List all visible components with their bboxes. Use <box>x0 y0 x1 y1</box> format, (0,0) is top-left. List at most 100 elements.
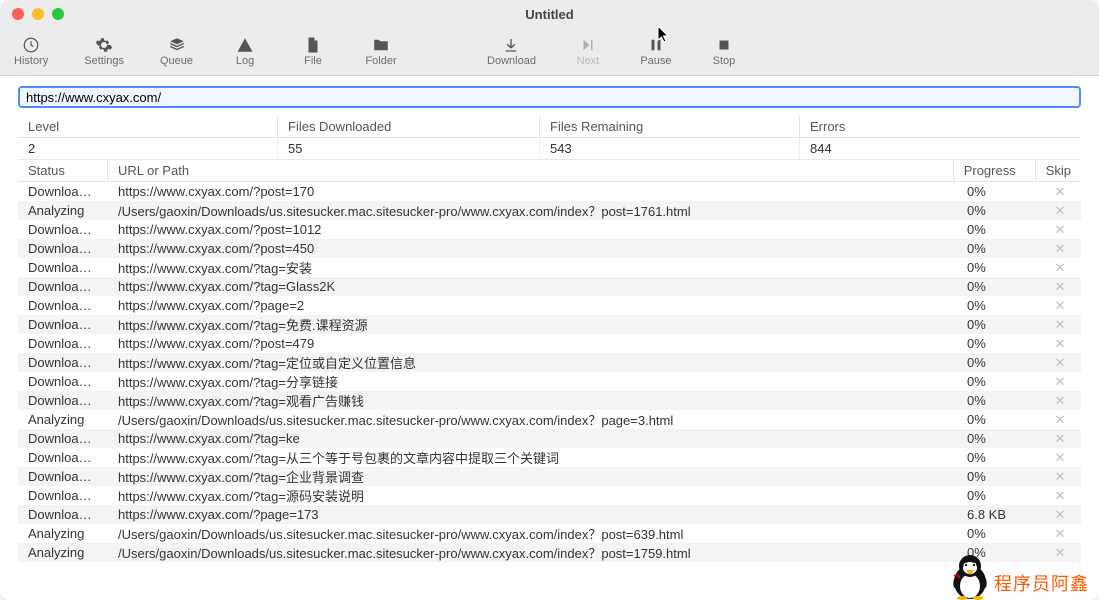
summary-value-row: 2 55 543 844 <box>18 138 1081 160</box>
pause-label: Pause <box>640 55 671 67</box>
row-progress: 0% <box>957 393 1039 408</box>
row-progress: 0% <box>957 469 1039 484</box>
table-row[interactable]: Downloadinghttps://www.cxyax.com/?post=4… <box>18 239 1081 258</box>
skip-button[interactable]: ✕ <box>1055 526 1066 542</box>
detail-header-progress[interactable]: Progress <box>954 160 1036 181</box>
row-progress: 0% <box>957 336 1039 351</box>
table-row[interactable]: Downloadinghttps://www.cxyax.com/?post=1… <box>18 182 1081 201</box>
row-status: Downloading <box>18 431 108 446</box>
file-label: File <box>304 55 322 67</box>
skip-button[interactable]: ✕ <box>1055 260 1066 276</box>
detail-header-row: Status URL or Path Progress Skip <box>18 160 1081 182</box>
summary-header-downloaded[interactable]: Files Downloaded <box>278 116 540 137</box>
row-url: https://www.cxyax.com/?post=479 <box>108 336 957 351</box>
table-row[interactable]: Downloadinghttps://www.cxyax.com/?page=2… <box>18 296 1081 315</box>
detail-body[interactable]: Downloadinghttps://www.cxyax.com/?post=1… <box>18 182 1081 600</box>
close-window-button[interactable] <box>12 8 24 20</box>
table-row[interactable]: Downloadinghttps://www.cxyax.com/?post=1… <box>18 220 1081 239</box>
table-row[interactable]: Downloadinghttps://www.cxyax.com/?tag=源码… <box>18 486 1081 505</box>
row-skip-cell: ✕ <box>1039 469 1081 485</box>
row-progress: 0% <box>957 298 1039 313</box>
skip-button[interactable]: ✕ <box>1055 469 1066 485</box>
row-progress: 0% <box>957 260 1039 275</box>
table-row[interactable]: Downloadinghttps://www.cxyax.com/?post=4… <box>18 334 1081 353</box>
row-skip-cell: ✕ <box>1039 374 1081 390</box>
row-url: https://www.cxyax.com/?tag=ke <box>108 431 957 446</box>
table-row[interactable]: Analyzing/Users/gaoxin/Downloads/us.site… <box>18 410 1081 429</box>
row-skip-cell: ✕ <box>1039 450 1081 466</box>
summary-header-remaining[interactable]: Files Remaining <box>540 116 800 137</box>
row-skip-cell: ✕ <box>1039 412 1081 428</box>
skip-button[interactable]: ✕ <box>1055 450 1066 466</box>
skip-button[interactable]: ✕ <box>1055 184 1066 200</box>
download-icon <box>502 36 520 54</box>
skip-button[interactable]: ✕ <box>1055 222 1066 238</box>
table-row[interactable]: Downloadinghttps://www.cxyax.com/?tag=免费… <box>18 315 1081 334</box>
skip-button[interactable]: ✕ <box>1055 393 1066 409</box>
log-label: Log <box>236 55 254 67</box>
row-status: Downloading <box>18 336 108 351</box>
url-input[interactable] <box>18 86 1081 108</box>
folder-button[interactable]: Folder <box>359 34 403 69</box>
detail-header-skip[interactable]: Skip <box>1036 160 1081 181</box>
file-button[interactable]: File <box>291 34 335 69</box>
row-skip-cell: ✕ <box>1039 203 1081 219</box>
folder-label: Folder <box>365 55 396 67</box>
row-skip-cell: ✕ <box>1039 317 1081 333</box>
stop-button[interactable]: Stop <box>702 34 746 69</box>
summary-header-level[interactable]: Level <box>18 116 278 137</box>
history-label: History <box>14 55 48 67</box>
table-row[interactable]: Downloadinghttps://www.cxyax.com/?tag=从三… <box>18 448 1081 467</box>
row-status: Downloading <box>18 298 108 313</box>
queue-button[interactable]: Queue <box>154 34 199 69</box>
skip-button[interactable]: ✕ <box>1055 298 1066 314</box>
table-row[interactable]: Downloadinghttps://www.cxyax.com/?tag=企业… <box>18 467 1081 486</box>
row-url: https://www.cxyax.com/?page=2 <box>108 298 957 313</box>
row-url: https://www.cxyax.com/?tag=安装 <box>108 258 957 277</box>
skip-button[interactable]: ✕ <box>1055 241 1066 257</box>
row-status: Downloading <box>18 355 108 370</box>
row-url: https://www.cxyax.com/?tag=分享链接 <box>108 372 957 391</box>
row-progress: 0% <box>957 450 1039 465</box>
table-row[interactable]: Downloadinghttps://www.cxyax.com/?tag=Gl… <box>18 277 1081 296</box>
log-button[interactable]: Log <box>223 34 267 69</box>
skip-button[interactable]: ✕ <box>1055 279 1066 295</box>
table-row[interactable]: Downloadinghttps://www.cxyax.com/?page=1… <box>18 505 1081 524</box>
row-progress: 0% <box>957 526 1039 541</box>
skip-button[interactable]: ✕ <box>1055 317 1066 333</box>
row-progress: 0% <box>957 355 1039 370</box>
row-url: https://www.cxyax.com/?tag=定位或自定义位置信息 <box>108 353 957 372</box>
summary-header-errors[interactable]: Errors <box>800 116 1081 137</box>
skip-button[interactable]: ✕ <box>1055 507 1066 523</box>
table-row[interactable]: Analyzing/Users/gaoxin/Downloads/us.site… <box>18 524 1081 543</box>
pause-icon <box>647 36 665 54</box>
history-button[interactable]: History <box>8 34 54 69</box>
skip-button[interactable]: ✕ <box>1055 412 1066 428</box>
pause-button[interactable]: Pause <box>634 34 678 69</box>
warning-icon <box>236 36 254 54</box>
skip-button[interactable]: ✕ <box>1055 431 1066 447</box>
download-button[interactable]: Download <box>481 34 542 69</box>
skip-button[interactable]: ✕ <box>1055 374 1066 390</box>
zoom-window-button[interactable] <box>52 8 64 20</box>
skip-button[interactable]: ✕ <box>1055 203 1066 219</box>
row-url: /Users/gaoxin/Downloads/us.sitesucker.ma… <box>108 543 957 562</box>
minimize-window-button[interactable] <box>32 8 44 20</box>
detail-header-status[interactable]: Status <box>18 160 108 181</box>
detail-header-url[interactable]: URL or Path <box>108 160 954 181</box>
skip-button[interactable]: ✕ <box>1055 336 1066 352</box>
stop-label: Stop <box>713 55 736 67</box>
table-row[interactable]: Downloadinghttps://www.cxyax.com/?tag=定位… <box>18 353 1081 372</box>
row-url: https://www.cxyax.com/?tag=免费.课程资源 <box>108 315 957 334</box>
table-row[interactable]: Downloadinghttps://www.cxyax.com/?tag=ke… <box>18 429 1081 448</box>
table-row[interactable]: Downloadinghttps://www.cxyax.com/?tag=分享… <box>18 372 1081 391</box>
table-row[interactable]: Downloadinghttps://www.cxyax.com/?tag=观看… <box>18 391 1081 410</box>
table-row[interactable]: Analyzing/Users/gaoxin/Downloads/us.site… <box>18 201 1081 220</box>
skip-button[interactable]: ✕ <box>1055 355 1066 371</box>
table-row[interactable]: Analyzing/Users/gaoxin/Downloads/us.site… <box>18 543 1081 562</box>
skip-button[interactable]: ✕ <box>1055 488 1066 504</box>
row-url: https://www.cxyax.com/?tag=Glass2K <box>108 279 957 294</box>
table-row[interactable]: Downloadinghttps://www.cxyax.com/?tag=安装… <box>18 258 1081 277</box>
row-status: Downloading <box>18 450 108 465</box>
settings-button[interactable]: Settings <box>78 34 130 69</box>
